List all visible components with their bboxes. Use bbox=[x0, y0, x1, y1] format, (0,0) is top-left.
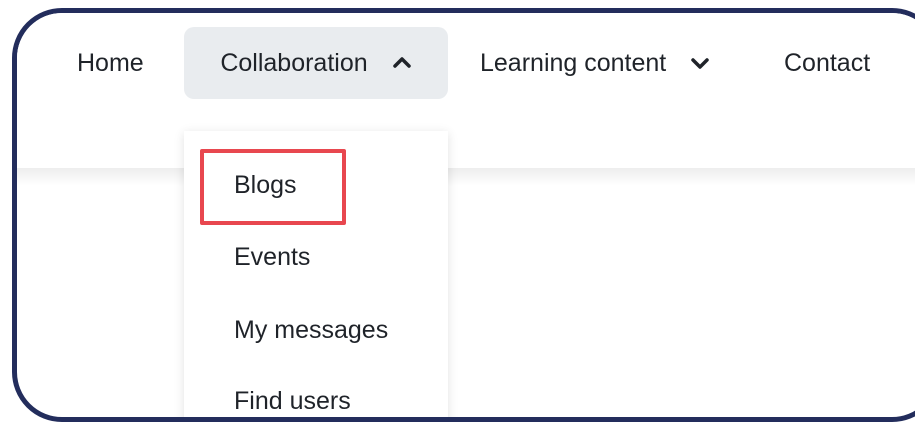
nav-home[interactable]: Home bbox=[77, 27, 144, 99]
nav-contact-label: Contact bbox=[784, 48, 871, 77]
nav-home-label: Home bbox=[77, 48, 144, 77]
collaboration-dropdown-menu: Blogs Events My messages Find users bbox=[184, 131, 448, 417]
top-navigation: Home Collaboration Learning content Cont… bbox=[17, 13, 915, 168]
chevron-down-icon bbox=[690, 53, 710, 73]
nav-learning-content[interactable]: Learning content bbox=[480, 27, 710, 99]
chevron-up-icon bbox=[392, 53, 412, 73]
nav-learning-content-label: Learning content bbox=[480, 48, 667, 77]
menu-item-my-messages[interactable]: My messages bbox=[234, 316, 388, 345]
nav-contact[interactable]: Contact bbox=[784, 27, 870, 99]
menu-item-events[interactable]: Events bbox=[234, 243, 310, 272]
nav-collaboration-label: Collaboration bbox=[220, 48, 368, 77]
screenshot-frame: Home Collaboration Learning content Cont… bbox=[12, 8, 915, 422]
menu-item-find-users[interactable]: Find users bbox=[234, 387, 351, 416]
menu-item-blogs[interactable]: Blogs bbox=[234, 171, 297, 200]
nav-collaboration[interactable]: Collaboration bbox=[184, 27, 448, 99]
header-divider bbox=[17, 168, 915, 186]
